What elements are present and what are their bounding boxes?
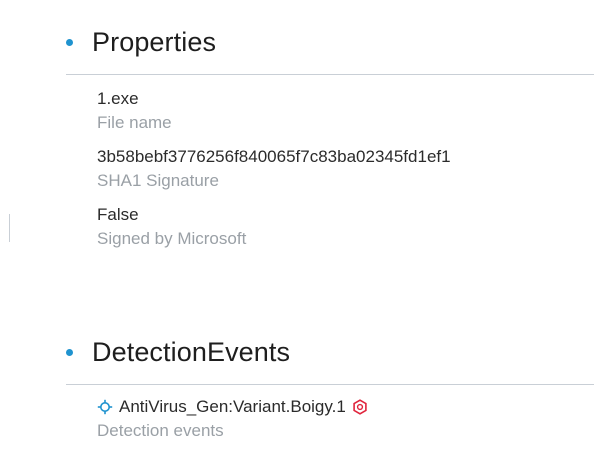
- bullet-icon: [66, 38, 73, 46]
- properties-header: Properties: [66, 22, 594, 62]
- detection-events-section: DetectionEvents AntiVirus_Gen:Variant.Bo…: [66, 332, 594, 443]
- property-label: Signed by Microsoft: [97, 229, 247, 248]
- detection-event-link[interactable]: AntiVirus_Gen:Variant.Boigy.1: [119, 397, 346, 417]
- properties-divider: [66, 74, 594, 75]
- detection-event-item[interactable]: AntiVirus_Gen:Variant.Boigy.1: [97, 395, 594, 419]
- detection-events-header: DetectionEvents: [66, 332, 594, 372]
- property-label: SHA1 Signature: [97, 171, 219, 190]
- left-edge-marker: [9, 214, 10, 242]
- target-icon: [97, 399, 113, 415]
- property-value: False: [97, 205, 139, 224]
- property-value: 3b58bebf3776256f840065f7c83ba02345fd1ef1: [97, 147, 451, 166]
- malop-hexagon-icon[interactable]: [352, 399, 368, 415]
- property-value: 1.exe: [97, 89, 139, 108]
- property-label: File name: [97, 113, 172, 132]
- bullet-icon: [66, 348, 73, 356]
- property-signed-by-microsoft: False Signed by Microsoft: [97, 203, 594, 251]
- detection-events-divider: [66, 384, 594, 385]
- property-file-name: 1.exe File name: [97, 87, 594, 135]
- properties-list: 1.exe File name 3b58bebf3776256f840065f7…: [66, 87, 594, 251]
- detection-events-label: Detection events: [97, 421, 224, 440]
- properties-section: Properties 1.exe File name 3b58bebf37762…: [66, 22, 594, 261]
- detection-events-title: DetectionEvents: [92, 336, 291, 367]
- properties-title: Properties: [92, 26, 217, 57]
- property-sha1: 3b58bebf3776256f840065f7c83ba02345fd1ef1…: [97, 145, 594, 193]
- detection-events-list: AntiVirus_Gen:Variant.Boigy.1 Detection …: [66, 395, 594, 443]
